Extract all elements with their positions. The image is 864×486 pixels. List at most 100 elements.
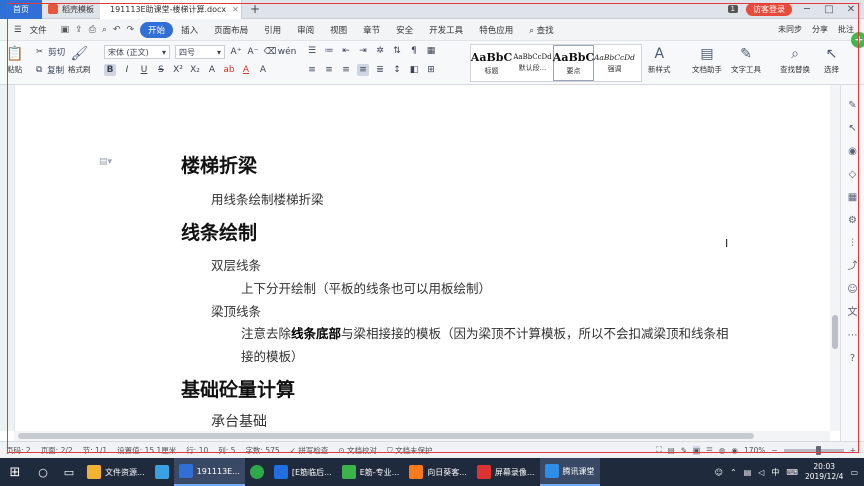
save-icon[interactable]: ▣ (61, 25, 70, 35)
menu-start[interactable]: 开始 (140, 21, 174, 38)
zoom-out-icon[interactable]: − (771, 446, 777, 455)
sync-status[interactable]: 未同步 (778, 24, 802, 35)
taskbar-app-tencent[interactable]: 腾讯课堂 (539, 458, 600, 486)
menu-hamburger-icon[interactable]: ☰ (6, 25, 30, 35)
ime-icon[interactable]: ⌨ (786, 468, 798, 477)
strikethrough-icon[interactable]: S (155, 64, 167, 76)
taskbar-app-ejin2[interactable]: E筋-专业... (337, 458, 405, 486)
menu-insert[interactable]: 插入 (173, 24, 206, 36)
show-marks-icon[interactable]: ¶ (408, 45, 420, 57)
more-icon[interactable]: ⋯ (846, 329, 860, 343)
align-left-icon[interactable]: ≡ (306, 64, 318, 76)
clock[interactable]: 20:03 2019/12/4 (805, 462, 843, 482)
char-shading-icon[interactable]: A (257, 64, 269, 76)
login-button[interactable]: 访客登录 (746, 2, 792, 16)
tray-expand-icon[interactable]: ⌃ (730, 468, 737, 477)
document-page[interactable]: ▤▾ 楼梯折梁 用线条绘制楼梯折梁 线条绘制 双层线条 上下分开绘制（平板的线条… (14, 85, 830, 431)
table-icon[interactable]: ▦ (425, 45, 437, 57)
view-page-icon[interactable]: ▣ (693, 445, 701, 455)
copy-button[interactable]: ⧉ 复制 (36, 64, 64, 76)
pen-icon[interactable]: ✎ (846, 99, 860, 113)
taskbar-app-sunflower[interactable]: 向日葵客... (404, 458, 472, 486)
export-icon[interactable]: ⇪ (75, 25, 83, 35)
task-view-icon[interactable]: ▭ (56, 458, 82, 486)
menu-developer[interactable]: 开发工具 (421, 24, 471, 36)
menu-page-layout[interactable]: 页面布局 (206, 24, 256, 36)
numbered-list-icon[interactable]: ≔ (323, 45, 335, 57)
style-emphasis[interactable]: AaBbCcDd 强调 (594, 45, 635, 81)
text-tools-button[interactable]: ✎ 文字工具 (731, 44, 761, 75)
align-center-icon[interactable]: ≡ (323, 64, 335, 76)
menu-view[interactable]: 视图 (322, 24, 355, 36)
line-spacing-icon[interactable]: ↕ (391, 64, 403, 76)
windows-start-icon[interactable]: ⊞ (0, 458, 30, 486)
close-window-button[interactable]: ✕ (844, 4, 858, 15)
menu-chapter[interactable]: 章节 (355, 24, 388, 36)
new-style-button[interactable]: A 新样式 (648, 44, 671, 75)
vertical-scroll-thumb[interactable] (832, 315, 838, 349)
view-eye-icon[interactable]: ◉ (731, 446, 738, 455)
shrink-font-icon[interactable]: A⁻ (247, 46, 259, 58)
horizontal-scrollbar[interactable] (14, 431, 830, 441)
undo-icon[interactable]: ↶ (113, 25, 121, 35)
zoom-slider[interactable] (783, 445, 844, 455)
maximize-button[interactable]: □ (822, 4, 836, 15)
align-right-icon[interactable]: ≡ (340, 64, 352, 76)
view-write-icon[interactable]: ✎ (681, 446, 687, 455)
menu-review[interactable]: 审阅 (289, 24, 322, 36)
select-button[interactable]: ↖ 选择 (824, 44, 839, 75)
text-effect-icon[interactable]: A (206, 64, 218, 76)
notification-icon[interactable]: ▭ (850, 468, 858, 477)
clear-format-icon[interactable]: ⌫ (264, 46, 277, 58)
translate-icon[interactable]: 文 (846, 306, 860, 320)
cut-button[interactable]: ✂ 剪切 (36, 46, 65, 58)
cursor-tool-icon[interactable]: ↖ (846, 122, 860, 136)
paragraph-mark-icon[interactable]: ▤▾ (99, 157, 112, 167)
italic-icon[interactable]: I (121, 64, 133, 76)
underline-icon[interactable]: U (138, 64, 150, 76)
style-key-point[interactable]: AaBbC 要点 (553, 45, 594, 81)
people-icon[interactable]: ☺ (715, 468, 723, 477)
doc-protect[interactable]: ⛉ 文档未保护 (387, 445, 433, 456)
minimize-button[interactable]: ─ (800, 4, 814, 15)
input-lang[interactable]: 中 (771, 467, 779, 478)
view-focus-icon[interactable]: ⛶ (656, 445, 661, 455)
paste-button[interactable]: 📋 粘贴 (6, 44, 23, 75)
tab-home[interactable]: 首页 (0, 0, 42, 19)
status-words[interactable]: 字数: 575 (245, 445, 279, 456)
comment-button[interactable]: 批注 (838, 24, 854, 35)
help-icon[interactable]: ? (846, 352, 860, 366)
search-icon[interactable]: ○ (30, 458, 56, 486)
status-page[interactable]: 页面: 2/2 (41, 445, 73, 456)
taskbar-app-explorer[interactable]: 文件资源... (82, 458, 150, 486)
tab-close-icon[interactable]: ✕ (232, 5, 239, 14)
green-plus-icon[interactable]: + (851, 32, 864, 48)
vertical-scrollbar[interactable] (830, 85, 840, 431)
view-read-icon[interactable]: ▤ (668, 446, 675, 455)
font-size-select[interactable]: 四号 ▾ (175, 45, 225, 59)
superscript-icon[interactable]: X² (172, 64, 184, 76)
increase-indent-icon[interactable]: ⇥ (357, 45, 369, 57)
shapes-icon[interactable]: ◇ (846, 168, 860, 182)
taskbar-app-browser[interactable] (245, 458, 269, 486)
phonetic-icon[interactable]: wén (278, 46, 297, 58)
menu-search[interactable]: ⌕ 查找 (521, 24, 561, 36)
share-icon[interactable]: ⤴ (846, 260, 860, 274)
view-web-icon[interactable]: ◍ (719, 446, 726, 455)
bullet-list-icon[interactable]: ☰ (306, 45, 318, 57)
taskbar-app-calc[interactable] (150, 458, 174, 486)
chinese-layout-icon[interactable]: ✲ (374, 45, 386, 57)
find-replace-button[interactable]: ⌕ 查找替换 (780, 44, 810, 75)
network-icon[interactable]: ▤ (744, 468, 752, 477)
font-name-select[interactable]: 宋体 (正文) ▾ (104, 45, 170, 59)
borders-icon[interactable]: ⊞ (425, 64, 437, 76)
menu-security[interactable]: 安全 (388, 24, 421, 36)
new-tab-button[interactable]: + (242, 2, 268, 16)
format-painter-button[interactable]: 🖌 格式刷 (68, 44, 91, 75)
location-icon[interactable]: ◉ (846, 145, 860, 159)
tab-template[interactable]: 稻壳模板 (42, 0, 100, 19)
menu-features[interactable]: 特色应用 (471, 24, 521, 36)
doc-assistant-button[interactable]: ▤ 文档助手 (692, 44, 722, 75)
grow-font-icon[interactable]: A⁺ (230, 46, 242, 58)
style-heading[interactable]: AaBbC 标题 (471, 45, 512, 81)
